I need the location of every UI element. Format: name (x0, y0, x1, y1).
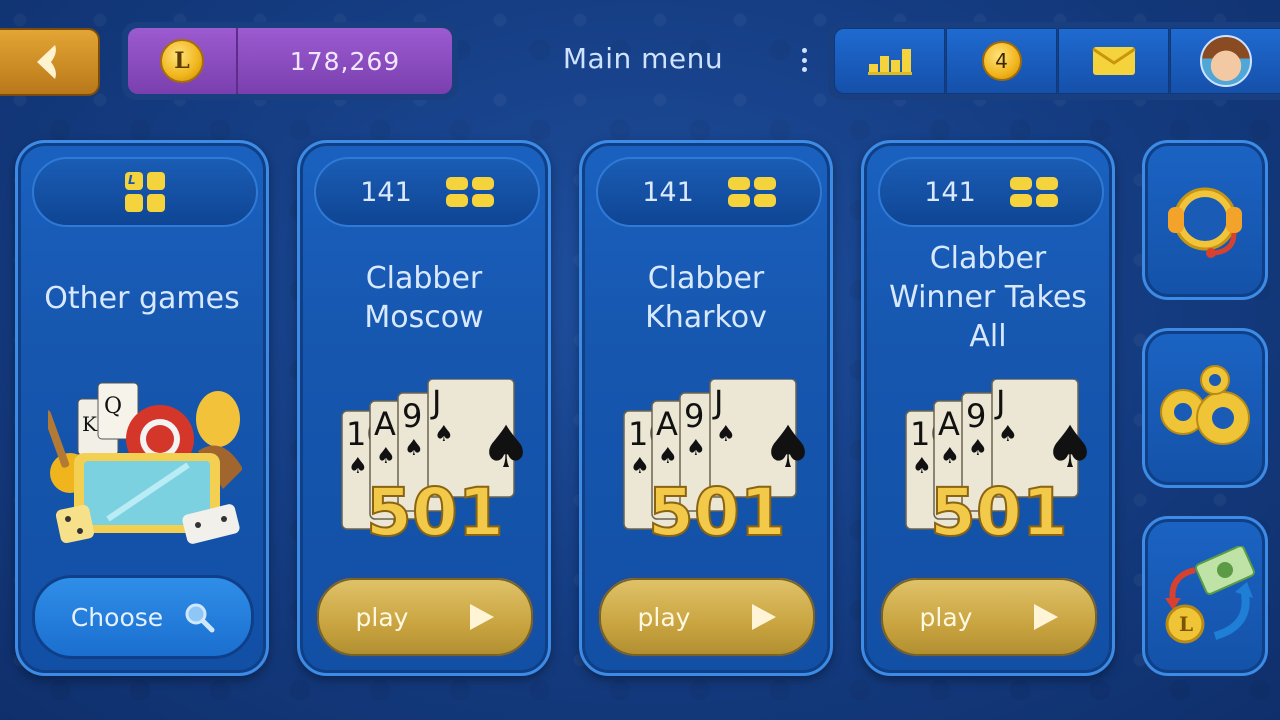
games-grid-icon (125, 172, 165, 212)
spade-icon: ♠ (630, 454, 650, 479)
spade-icon: ♠ (658, 444, 678, 469)
card-face-label: A (938, 405, 960, 443)
headset-icon (1168, 187, 1242, 258)
balance-button[interactable]: L 178,269 (128, 28, 452, 94)
score-501-label: 501 (366, 474, 504, 549)
game-card-clabber-winner-takes-all[interactable]: 141 Clabber Winner Takes All 10 ♠ A ♠ 9 ♠ J ♠ ♠ 5… (861, 140, 1115, 676)
card-title: Clabber Winner Takes All (889, 241, 1087, 354)
spade-icon: ♠ (716, 422, 736, 447)
other-games-card[interactable]: Other games Q K Choose (15, 140, 269, 676)
score-501-label: 501 (648, 474, 786, 549)
spade-icon: ♠ (376, 444, 396, 469)
card-header: 141 (314, 157, 540, 227)
card-title: Other games (44, 281, 240, 316)
card-face-label: A (374, 405, 396, 443)
players-count: 141 (642, 176, 694, 208)
support-button[interactable] (1142, 140, 1268, 300)
chevron-left-icon (37, 45, 56, 79)
leaderboard-button[interactable] (834, 28, 945, 94)
more-menu-icon[interactable] (798, 48, 810, 72)
spade-icon: ♠ (480, 413, 524, 481)
settings-button[interactable] (1142, 328, 1268, 488)
cards-501-icon: 10 ♠ A ♠ 9 ♠ J ♠ ♠ 501 (612, 378, 814, 552)
avatar (1199, 35, 1252, 87)
back-button[interactable] (0, 28, 100, 96)
notification-count-badge: 4 (981, 41, 1022, 81)
card-title: Clabber Moscow (364, 261, 484, 335)
card-face-label: J (994, 383, 1005, 421)
card-face-label: 9 (402, 397, 422, 435)
spade-icon: ♠ (404, 436, 424, 461)
play-button[interactable]: play (314, 575, 536, 659)
card-face-label: J (430, 383, 441, 421)
page-title: Main menu (562, 41, 724, 75)
game-card-clabber-kharkov[interactable]: 141 Clabber Kharkov 10 ♠ A ♠ 9 ♠ J ♠ ♠ 501 play (579, 140, 833, 676)
choose-button[interactable]: Choose (32, 575, 254, 659)
profile-button[interactable] (1170, 28, 1280, 94)
svg-text:Q: Q (104, 394, 122, 419)
card-face-label: J (712, 383, 723, 421)
game-card-clabber-moscow[interactable]: 141 Clabber Moscow 10 ♠ A ♠ 9 ♠ J ♠ ♠ 501 play (297, 140, 551, 676)
balance-amount: 178,269 (289, 46, 401, 76)
card-header (32, 157, 258, 227)
players-count: 141 (924, 176, 976, 208)
play-button[interactable]: play (878, 575, 1100, 659)
svg-text:K: K (82, 412, 98, 436)
spade-icon: ♠ (998, 422, 1018, 447)
spade-icon: ♠ (348, 454, 368, 479)
spade-icon: ♠ (434, 422, 454, 447)
play-label: play (355, 602, 409, 632)
exchange-button[interactable]: L (1142, 516, 1268, 676)
tables-icon (1009, 177, 1058, 207)
spade-icon: ♠ (686, 436, 706, 461)
choose-label: Choose (70, 602, 164, 632)
card-face-label: 9 (684, 397, 704, 435)
spade-icon: ♠ (940, 444, 960, 469)
cards-501-icon: 10 ♠ A ♠ 9 ♠ J ♠ ♠ 501 (894, 378, 1096, 552)
tables-icon (727, 177, 776, 207)
card-face-label: 9 (966, 397, 986, 435)
card-title: Clabber Kharkov (645, 261, 767, 335)
card-header: 141 (596, 157, 822, 227)
play-arrow-icon (1034, 604, 1059, 630)
cards-501-icon: 10 ♠ A ♠ 9 ♠ J ♠ ♠ 501 (330, 378, 532, 552)
play-label: play (919, 602, 973, 632)
notifications-button[interactable]: 4 (946, 28, 1057, 94)
play-button[interactable]: play (596, 575, 818, 659)
spade-icon: ♠ (912, 454, 932, 479)
title-area: Main menu (458, 22, 828, 94)
game-collection-icon: Q K (48, 382, 242, 544)
spade-icon: ♠ (968, 436, 988, 461)
score-501-label: 501 (930, 474, 1068, 549)
top-bar: L 178,269 Main menu 4 (0, 0, 1280, 100)
header-actions: 4 (828, 22, 1280, 100)
gears-icon (1160, 365, 1250, 445)
balance-panel: L 178,269 (122, 22, 458, 100)
coin-icon: L (160, 39, 204, 83)
currency-exchange-icon: L (1165, 546, 1255, 644)
card-face-label: A (656, 405, 678, 443)
envelope-icon (1091, 47, 1136, 75)
search-icon (185, 603, 215, 633)
card-header: 141 (878, 157, 1104, 227)
players-count: 141 (360, 176, 412, 208)
messages-button[interactable] (1058, 28, 1169, 94)
play-label: play (637, 602, 691, 632)
svg-text:L: L (1179, 612, 1193, 636)
bar-chart-icon (867, 49, 912, 75)
spade-icon: ♠ (1044, 413, 1088, 481)
play-arrow-icon (470, 604, 495, 630)
spade-icon: ♠ (762, 413, 806, 481)
play-arrow-icon (752, 604, 777, 630)
tables-icon (445, 177, 494, 207)
